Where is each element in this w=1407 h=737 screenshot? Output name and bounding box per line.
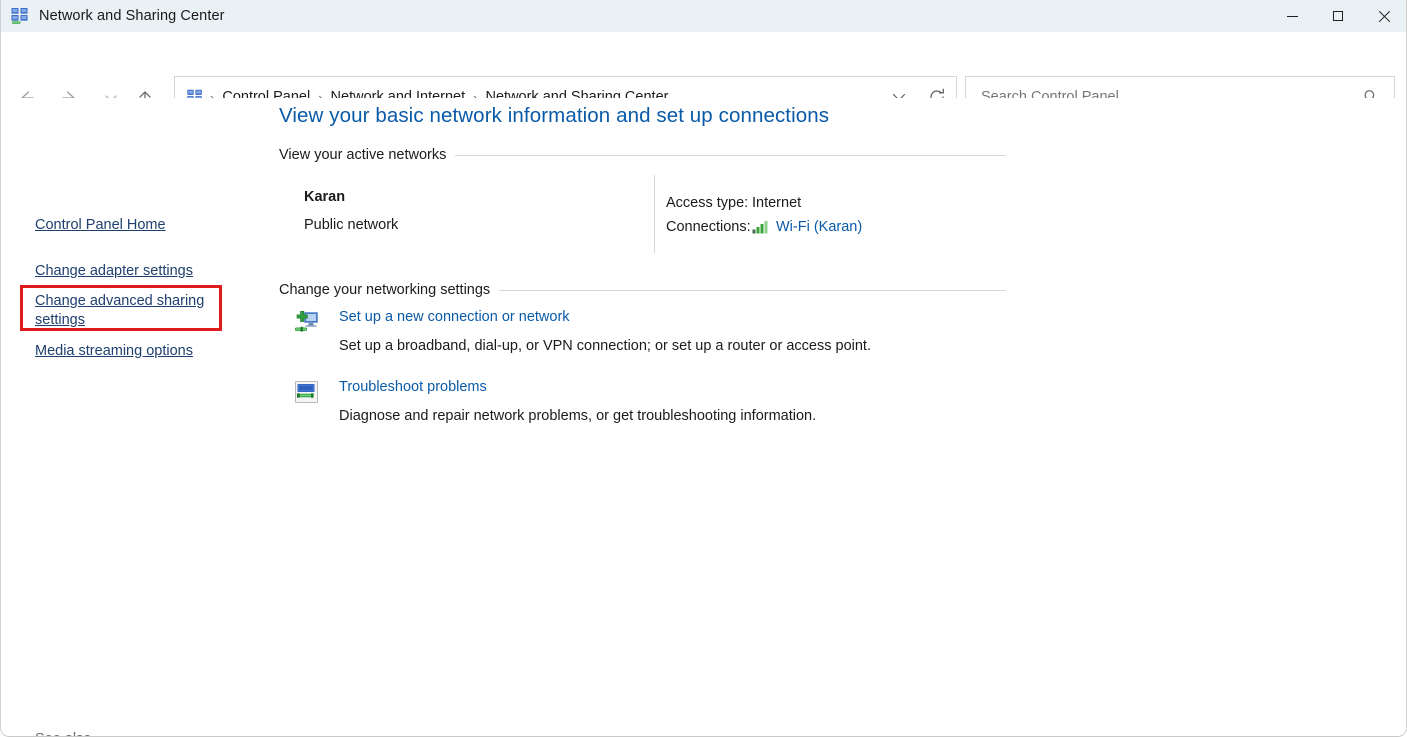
connections-row: Connections: Wi-Fi (Karan) xyxy=(666,215,862,239)
navigation-bar: › Control Panel › Network and Internet ›… xyxy=(0,32,1407,98)
title-bar: Network and Sharing Center xyxy=(0,0,1407,32)
wifi-signal-icon xyxy=(752,220,772,234)
maximize-button[interactable] xyxy=(1315,0,1361,32)
task-link-set-up-new-connection[interactable]: Set up a new connection or network xyxy=(339,309,570,325)
section-divider xyxy=(455,155,1006,156)
window-title: Network and Sharing Center xyxy=(39,8,225,24)
section-header-active-networks: View your active networks xyxy=(279,147,1006,163)
page-title: View your basic network information and … xyxy=(279,104,829,128)
troubleshoot-icon xyxy=(292,378,322,408)
minimize-icon xyxy=(1287,16,1298,17)
network-name: Karan xyxy=(304,186,398,208)
sidebar-item-change-adapter-settings[interactable]: Change adapter settings xyxy=(35,262,193,281)
task-link-troubleshoot-problems[interactable]: Troubleshoot problems xyxy=(339,379,487,395)
new-connection-icon xyxy=(292,308,322,338)
access-type-row: Access type: Internet xyxy=(666,191,862,215)
section-header-networking-settings: Change your networking settings xyxy=(279,282,1006,298)
sidebar-item-control-panel-home[interactable]: Control Panel Home xyxy=(35,216,166,235)
main-content: View your basic network information and … xyxy=(262,98,1407,737)
see-also-label: See also xyxy=(35,731,91,737)
maximize-icon xyxy=(1333,11,1343,21)
close-icon xyxy=(1378,10,1390,22)
sidebar-item-change-advanced-sharing-settings[interactable]: Change advanced sharing settings xyxy=(35,292,215,330)
active-network-details: Access type: Internet Connections: Wi-Fi… xyxy=(666,191,862,239)
close-button[interactable] xyxy=(1361,0,1407,32)
access-type-value: Internet xyxy=(752,195,801,211)
window-controls xyxy=(1269,0,1407,32)
section-label: Change your networking settings xyxy=(279,282,499,298)
task-description-set-up-new-connection: Set up a broadband, dial-up, or VPN conn… xyxy=(339,336,871,356)
network-sharing-icon xyxy=(10,6,30,26)
minimize-button[interactable] xyxy=(1269,0,1315,32)
task-troubleshoot-problems: Troubleshoot problems Diagnose and repai… xyxy=(292,376,816,426)
task-set-up-new-connection: Set up a new connection or network Set u… xyxy=(292,306,871,356)
vertical-divider xyxy=(654,175,655,253)
sidebar: Control Panel Home Change adapter settin… xyxy=(0,98,262,737)
section-divider xyxy=(499,290,1006,291)
connections-label: Connections: xyxy=(666,219,752,235)
network-and-sharing-center-window: Network and Sharing Center xyxy=(0,0,1407,737)
task-description-troubleshoot-problems: Diagnose and repair network problems, or… xyxy=(339,406,816,426)
section-label: View your active networks xyxy=(279,147,455,163)
network-profile: Public network xyxy=(304,214,398,236)
connection-link-wifi[interactable]: Wi-Fi (Karan) xyxy=(776,219,862,235)
access-type-label: Access type: xyxy=(666,195,752,211)
active-network-summary: Karan Public network xyxy=(304,186,398,236)
sidebar-item-media-streaming-options[interactable]: Media streaming options xyxy=(35,342,193,361)
